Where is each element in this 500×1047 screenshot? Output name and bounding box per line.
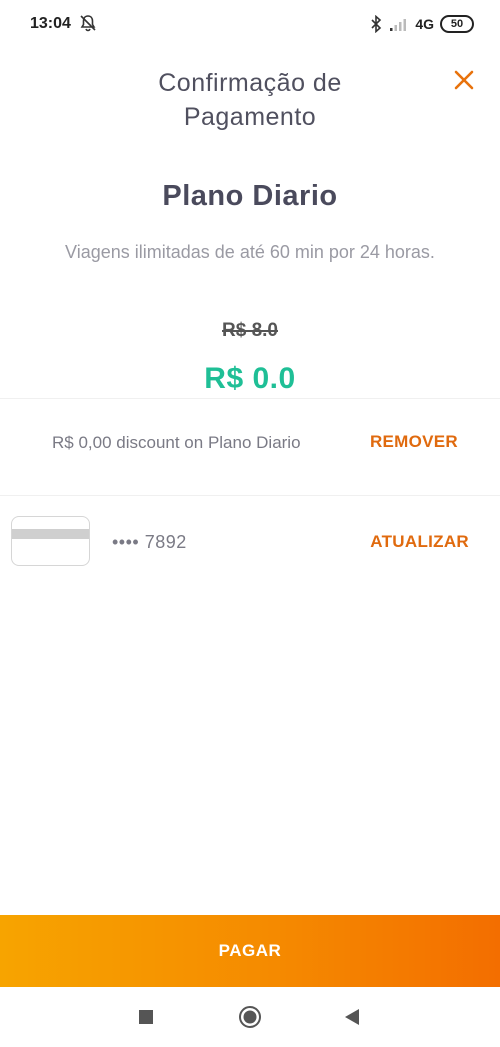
home-icon[interactable]: [238, 1005, 262, 1029]
network-label: 4G: [415, 16, 434, 32]
close-icon: [454, 70, 474, 90]
page-title: Confirmação de Pagamento: [100, 66, 400, 134]
discounted-price: R$ 0.0: [204, 362, 296, 395]
page-title-line2: Pagamento: [183, 103, 317, 131]
signal-icon: [390, 19, 407, 31]
discount-text: R$ 0,00 discount on Plano Diario: [52, 433, 301, 452]
battery-icon: 50: [440, 15, 474, 33]
divider: [0, 398, 500, 399]
page-title-line1: Confirmação de: [158, 69, 342, 97]
bluetooth-icon: [371, 15, 382, 33]
divider: [0, 495, 500, 496]
close-button[interactable]: [446, 62, 482, 98]
plan-name: Plano Diario: [162, 180, 338, 212]
pay-button[interactable]: PAGAR: [0, 915, 500, 987]
back-icon[interactable]: [344, 1008, 360, 1026]
status-time: 13:04: [30, 15, 71, 32]
remove-discount-button[interactable]: REMOVER: [370, 432, 458, 452]
plan-description: Viagens ilimitadas de até 60 min por 24 …: [65, 242, 435, 262]
card-number: •••• 7892: [112, 532, 187, 552]
original-price: R$ 8.0: [222, 320, 278, 341]
status-bar: 13:04 4G 50: [0, 0, 500, 48]
recents-icon[interactable]: [139, 1010, 153, 1024]
status-indicators: 4G 50: [369, 13, 474, 35]
bell-muted-icon: [80, 15, 96, 32]
credit-card-icon: [11, 516, 90, 566]
update-card-button[interactable]: ATUALIZAR: [370, 532, 469, 552]
